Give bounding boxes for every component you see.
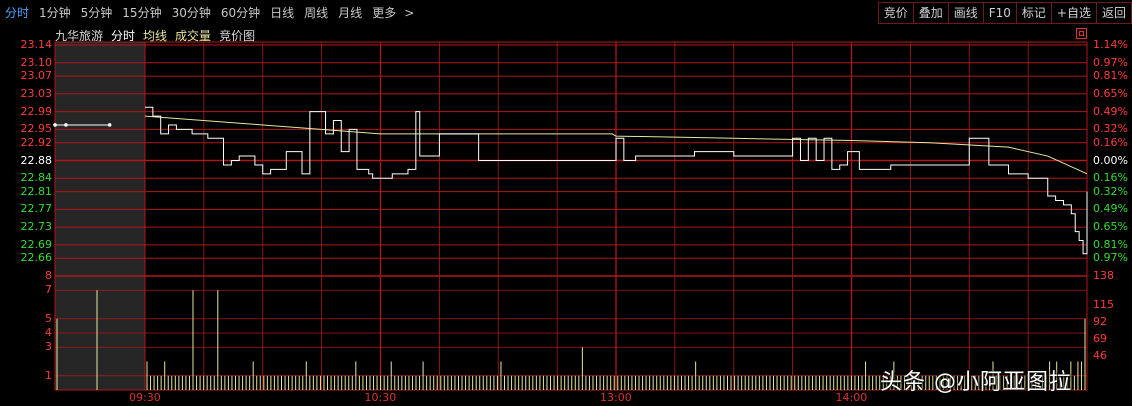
volume-right-tick-label: 92 [1093, 314, 1107, 328]
percent-tick-label: 0.32% [1093, 184, 1128, 198]
price-tick-label: 23.07 [20, 69, 53, 83]
percent-tick-label: 0.65% [1093, 220, 1128, 234]
percent-tick-label: 0.49% [1093, 202, 1128, 216]
price-tick-label: 22.88 [20, 153, 53, 167]
percent-tick-label: 0.81% [1093, 237, 1128, 251]
percent-tick-label: 0.97% [1093, 55, 1128, 69]
price-tick-label: 22.66 [20, 251, 53, 265]
price-tick-label: 23.14 [20, 38, 53, 51]
volume-tick-label: 7 [45, 283, 52, 297]
percent-tick-label: 1.14% [1093, 38, 1128, 51]
time-tick-label: 14:00 [835, 391, 868, 404]
price-tick-label: 23.03 [20, 86, 53, 100]
volume-right-tick-label: 138 [1093, 269, 1114, 282]
percent-tick-label: 0.49% [1093, 104, 1128, 118]
volume-tick-label: 3 [45, 340, 52, 354]
time-tick-label: 13:00 [600, 391, 632, 404]
volume-right-tick-label: 115 [1093, 297, 1114, 311]
volume-right-tick-label: 69 [1093, 331, 1107, 345]
volume-right-tick-label: 46 [1093, 348, 1107, 362]
volume-tick-label: 1 [45, 368, 52, 382]
time-tick-label: 10:30 [364, 391, 397, 404]
percent-tick-label: 0.97% [1093, 251, 1128, 265]
watermark: 头条 @小阿亚图拉 [880, 370, 1072, 395]
percent-tick-label: 0.81% [1093, 69, 1128, 83]
volume-tick-label: 8 [45, 269, 52, 282]
percent-tick-label: 0.65% [1093, 86, 1128, 100]
auction-point [53, 123, 57, 127]
percent-tick-label: 0.16% [1093, 135, 1128, 149]
percent-tick-label: 0.00% [1093, 153, 1128, 167]
price-tick-label: 22.81 [20, 184, 53, 198]
price-tick-label: 22.73 [20, 220, 53, 234]
price-tick-label: 22.95 [20, 122, 53, 136]
price-tick-label: 22.92 [20, 135, 53, 149]
price-tick-label: 22.99 [20, 104, 53, 118]
price-tick-label: 22.77 [20, 202, 53, 216]
percent-tick-label: 0.32% [1093, 122, 1128, 136]
price-tick-label: 23.10 [20, 55, 53, 69]
intraday-chart [53, 41, 1088, 391]
auction-point [107, 123, 112, 127]
auction-point [64, 123, 68, 127]
price-tick-label: 22.69 [20, 237, 53, 251]
volume-tick-label: 5 [45, 311, 52, 325]
percent-tick-label: 0.16% [1093, 171, 1128, 185]
volume-tick-label: 4 [45, 326, 52, 339]
price-tick-label: 22.84 [20, 171, 53, 185]
time-tick-label: 09:30 [129, 391, 161, 404]
